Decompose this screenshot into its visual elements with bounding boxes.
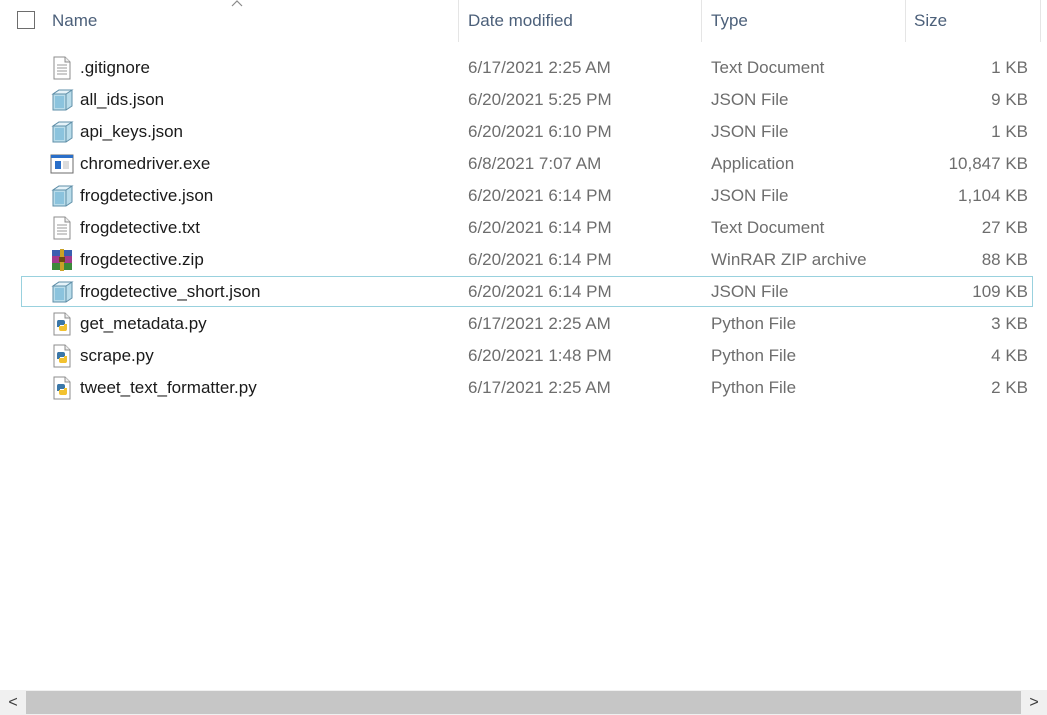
file-type: JSON File [711, 122, 789, 141]
file-size: 2 KB [991, 378, 1028, 397]
file-name: chromedriver.exe [80, 154, 211, 173]
column-header-size[interactable]: Size [914, 0, 1034, 42]
application-icon [50, 152, 74, 176]
file-type: Text Document [711, 218, 825, 237]
file-type: WinRAR ZIP archive [711, 250, 867, 269]
file-type: Python File [711, 346, 797, 365]
python-file-icon [50, 312, 74, 336]
json-file-icon [50, 280, 74, 304]
file-date-modified: 6/8/2021 7:07 AM [468, 154, 602, 173]
json-file-icon [50, 120, 74, 144]
file-row[interactable]: api_keys.json 6/20/2021 6:10 PM JSON File 1… [0, 116, 1047, 148]
file-name: get_metadata.py [80, 314, 207, 333]
column-header-name[interactable]: Name [52, 0, 457, 42]
file-size: 9 KB [991, 90, 1028, 109]
file-explorer-details-view: Name Date modified Type Size .gitignore 6… [0, 0, 1047, 715]
file-date-modified: 6/20/2021 6:14 PM [468, 218, 612, 237]
file-name: frogdetective.txt [80, 218, 201, 237]
file-row[interactable]: get_metadata.py 6/17/2021 2:25 AM Python F… [0, 308, 1047, 340]
json-file-icon [50, 184, 74, 208]
file-date-modified: 6/20/2021 6:10 PM [468, 122, 612, 141]
file-date-modified: 6/17/2021 2:25 AM [468, 314, 611, 333]
text-document-icon [50, 56, 74, 80]
file-size: 1,104 KB [958, 186, 1028, 205]
file-name: api_keys.json [80, 122, 184, 141]
file-type: JSON File [711, 282, 789, 301]
file-size: 3 KB [991, 314, 1028, 333]
file-date-modified: 6/20/2021 6:14 PM [468, 250, 612, 269]
column-divider[interactable] [458, 0, 459, 42]
file-name: scrape.py [80, 346, 154, 365]
json-file-icon [50, 88, 74, 112]
horizontal-scrollbar[interactable]: < > [0, 690, 1047, 715]
column-divider[interactable] [905, 0, 906, 42]
file-name: .gitignore [80, 58, 150, 77]
file-row[interactable]: scrape.py 6/20/2021 1:48 PM Python File 4 K… [0, 340, 1047, 372]
column-header-date-modified[interactable]: Date modified [468, 0, 700, 42]
file-size: 1 KB [991, 58, 1028, 77]
select-all-checkbox[interactable] [17, 11, 35, 29]
file-size: 27 KB [981, 218, 1028, 237]
file-date-modified: 6/20/2021 5:25 PM [468, 90, 612, 109]
file-size: 88 KB [981, 250, 1028, 269]
file-row[interactable]: frogdetective_short.json 6/20/2021 6:14 P… [0, 276, 1047, 308]
file-row[interactable]: .gitignore 6/17/2021 2:25 AM Text Document… [0, 52, 1047, 84]
file-size: 4 KB [991, 346, 1028, 365]
file-list: .gitignore 6/17/2021 2:25 AM Text Document… [0, 52, 1047, 404]
file-row[interactable]: all_ids.json 6/20/2021 5:25 PM JSON File 9 … [0, 84, 1047, 116]
file-size: 109 KB [972, 282, 1028, 301]
scroll-right-button[interactable]: > [1022, 690, 1046, 715]
scrollbar-thumb[interactable] [26, 691, 1021, 714]
scroll-left-button[interactable]: < [1, 690, 25, 715]
column-divider[interactable] [1040, 0, 1041, 42]
file-name: all_ids.json [80, 90, 165, 109]
file-type: Python File [711, 314, 797, 333]
file-row[interactable]: chromedriver.exe 6/8/2021 7:07 AM Applicat… [0, 148, 1047, 180]
file-date-modified: 6/20/2021 6:14 PM [468, 282, 612, 301]
file-date-modified: 6/20/2021 1:48 PM [468, 346, 612, 365]
column-header-bar: Name Date modified Type Size [0, 0, 1047, 42]
file-date-modified: 6/17/2021 2:25 AM [468, 58, 611, 77]
file-name: tweet_text_formatter.py [80, 378, 257, 397]
file-date-modified: 6/20/2021 6:14 PM [468, 186, 612, 205]
file-row[interactable]: tweet_text_formatter.py 6/17/2021 2:25 AM… [0, 372, 1047, 404]
python-file-icon [50, 344, 74, 368]
file-date-modified: 6/17/2021 2:25 AM [468, 378, 611, 397]
file-type: JSON File [711, 186, 789, 205]
file-type: Python File [711, 378, 797, 397]
column-divider[interactable] [701, 0, 702, 42]
column-header-type[interactable]: Type [711, 0, 904, 42]
text-document-icon [50, 216, 74, 240]
file-type: Text Document [711, 58, 825, 77]
file-size: 10,847 KB [948, 154, 1028, 173]
file-size: 1 KB [991, 122, 1028, 141]
file-name: frogdetective.json [80, 186, 214, 205]
file-name: frogdetective.zip [80, 250, 204, 269]
file-type: Application [711, 154, 795, 173]
file-row[interactable]: frogdetective.txt 6/20/2021 6:14 PM Text D… [0, 212, 1047, 244]
file-type: JSON File [711, 90, 789, 109]
python-file-icon [50, 376, 74, 400]
file-row[interactable]: frogdetective.json 6/20/2021 6:14 PM JSON … [0, 180, 1047, 212]
winrar-archive-icon [50, 248, 74, 272]
file-name: frogdetective_short.json [80, 282, 261, 301]
file-row[interactable]: frogdetective.zip 6/20/2021 6:14 PM WinRAR… [0, 244, 1047, 276]
